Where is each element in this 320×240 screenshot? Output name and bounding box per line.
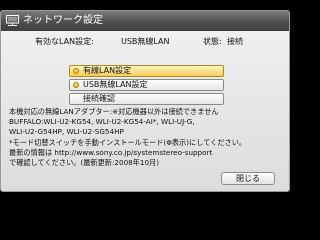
dot-icon <box>73 82 79 88</box>
close-button[interactable]: 閉じる <box>221 172 275 185</box>
network-settings-dialog: ネットワーク設定 有効なLAN設定: USB無線LAN 状態: 接続 有線LAN… <box>0 10 290 192</box>
usb-wireless-lan-settings-button[interactable]: USB無線LAN設定 <box>69 79 224 91</box>
note-line: 最新の情報は http://www.sony.co.jp/systemstere… <box>9 147 213 157</box>
dialog-title: ネットワーク設定 <box>23 15 103 26</box>
active-lan-label: 有効なLAN設定: <box>35 37 94 46</box>
connection-check-button[interactable]: 接続確認 <box>69 93 224 105</box>
title-bar: ネットワーク設定 <box>1 11 289 31</box>
note-line: *モード切替スイッチを手動インストールモード(Φ表示)にしてください。 <box>9 137 247 147</box>
note-line: BUFFALO:WLI-U2-KG54, WLI-U2-KG54-AI*, WL… <box>9 117 195 127</box>
usb-wireless-lan-settings-label: USB無線LAN設定 <box>83 80 148 89</box>
screen-frame: ネットワーク設定 有効なLAN設定: USB無線LAN 状態: 接続 有線LAN… <box>0 0 300 200</box>
network-icon <box>6 15 19 26</box>
wired-lan-settings-label: 有線LAN設定 <box>83 66 132 75</box>
dot-icon <box>73 68 79 74</box>
note-line: 本機対応の無線LANアダプター:※対応機器以外は接続できません <box>9 107 219 116</box>
connection-state-label: 状態: <box>203 37 222 46</box>
note-line: WLI-U2-G54HP, WLI-U2-SG54HP <box>9 127 124 137</box>
active-lan-value: USB無線LAN <box>121 37 170 46</box>
connection-check-label: 接続確認 <box>83 94 115 103</box>
connection-state-value: 接続 <box>227 37 243 46</box>
lan-status-row: 有効なLAN設定: USB無線LAN 状態: 接続 <box>1 35 289 49</box>
adapter-notes: 本機対応の無線LANアダプター:※対応機器以外は接続できません BUFFALO:… <box>9 107 285 168</box>
wired-lan-settings-button[interactable]: 有線LAN設定 <box>69 65 224 77</box>
note-line: で確認してください。(最新更新:2008年10月) <box>9 158 160 168</box>
